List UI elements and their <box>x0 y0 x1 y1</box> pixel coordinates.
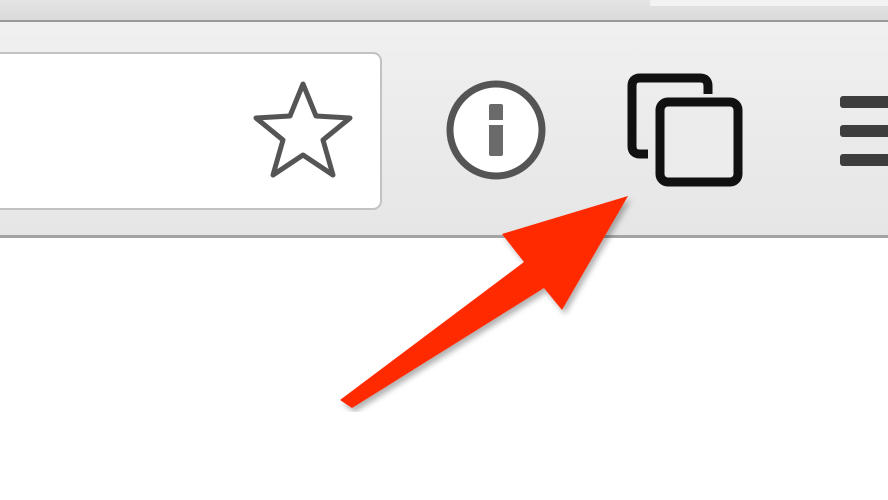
tab-strip-highlight <box>650 0 888 6</box>
url-input[interactable] <box>12 94 212 164</box>
onepassword-icon[interactable] <box>440 76 552 184</box>
bookmark-star-icon[interactable] <box>248 76 358 184</box>
browser-window <box>0 0 888 500</box>
page-content <box>0 241 888 500</box>
hamburger-menu-icon[interactable] <box>836 88 888 174</box>
tab-strip <box>0 0 888 22</box>
tab-overview-icon[interactable] <box>622 66 752 194</box>
